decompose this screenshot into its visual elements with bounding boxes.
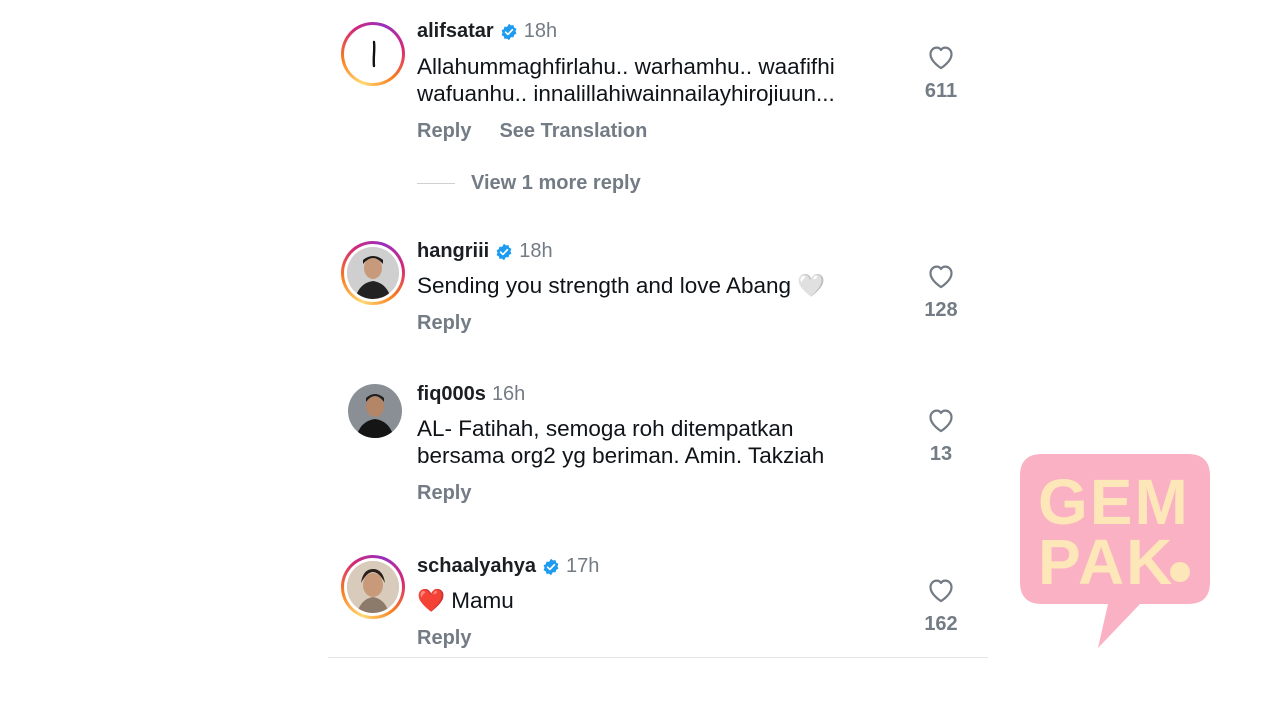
reply-button[interactable]: Reply — [417, 312, 471, 335]
verified-badge-icon — [543, 558, 559, 575]
comment-actions: Reply — [417, 482, 471, 505]
avatar[interactable] — [348, 384, 402, 438]
heart-icon[interactable] — [927, 263, 955, 289]
avatar-logo-icon — [372, 40, 376, 68]
avatar-photo — [348, 384, 402, 438]
heart-icon[interactable] — [927, 44, 955, 70]
comment-actions: Reply — [417, 312, 471, 335]
username[interactable]: hangriii — [417, 240, 489, 263]
avatar[interactable] — [341, 241, 405, 305]
avatar-photo — [347, 247, 399, 299]
like-control: 13 — [913, 407, 969, 466]
comment-header: hangriii 18h — [417, 240, 553, 263]
like-control: 128 — [913, 263, 969, 322]
like-count: 611 — [924, 80, 958, 102]
reply-button[interactable]: Reply — [417, 120, 471, 143]
watermark-mark — [1170, 562, 1190, 582]
heart-icon[interactable] — [927, 577, 955, 603]
username[interactable]: fiq000s — [417, 383, 486, 406]
see-translation-button[interactable]: See Translation — [499, 120, 647, 143]
like-control: 611 — [913, 44, 969, 103]
comment-text: Allahummaghfirlahu.. warhamhu.. waafifhi… — [417, 54, 835, 106]
comments-panel: alifsatar 18h Allahummaghfirlahu.. warha… — [328, 0, 988, 658]
replies-divider — [417, 183, 455, 184]
view-more-replies-button[interactable]: View 1 more reply — [417, 172, 641, 195]
like-count: 13 — [929, 443, 953, 465]
comment-time: 18h — [523, 20, 558, 42]
comment-text: Sending you strength and love Abang 🤍 — [417, 273, 826, 298]
verified-badge-icon — [496, 243, 512, 260]
watermark-line2: PAK — [1038, 526, 1174, 598]
comment-text: AL- Fatihah, semoga roh ditempatkan bers… — [417, 416, 825, 468]
gempak-watermark-logo: GEM PAK — [1020, 454, 1210, 648]
avatar-photo — [347, 561, 399, 613]
like-control: 162 — [913, 577, 969, 636]
comment-time: 18h — [519, 240, 553, 262]
view-more-replies-label: View 1 more reply — [471, 172, 641, 194]
like-count: 162 — [924, 613, 958, 635]
like-count: 128 — [924, 299, 958, 321]
comment-actions: Reply — [417, 627, 471, 650]
reply-button[interactable]: Reply — [417, 627, 471, 650]
comment-time: 17h — [565, 555, 600, 577]
avatar[interactable] — [341, 555, 405, 619]
comment-header: fiq000s 16h — [417, 383, 525, 406]
username[interactable]: alifsatar — [417, 20, 494, 43]
comment-actions: Reply See Translation — [417, 120, 647, 143]
comment-header: alifsatar 18h — [417, 20, 557, 43]
avatar[interactable] — [341, 22, 405, 86]
comment-text: ❤️ Mamu — [417, 588, 514, 613]
reply-button[interactable]: Reply — [417, 482, 471, 505]
comment-header: schaalyahya 17h — [417, 555, 599, 578]
username[interactable]: schaalyahya — [417, 555, 536, 578]
comment-time: 16h — [491, 383, 526, 405]
heart-icon[interactable] — [927, 407, 955, 433]
verified-badge-icon — [501, 23, 517, 40]
